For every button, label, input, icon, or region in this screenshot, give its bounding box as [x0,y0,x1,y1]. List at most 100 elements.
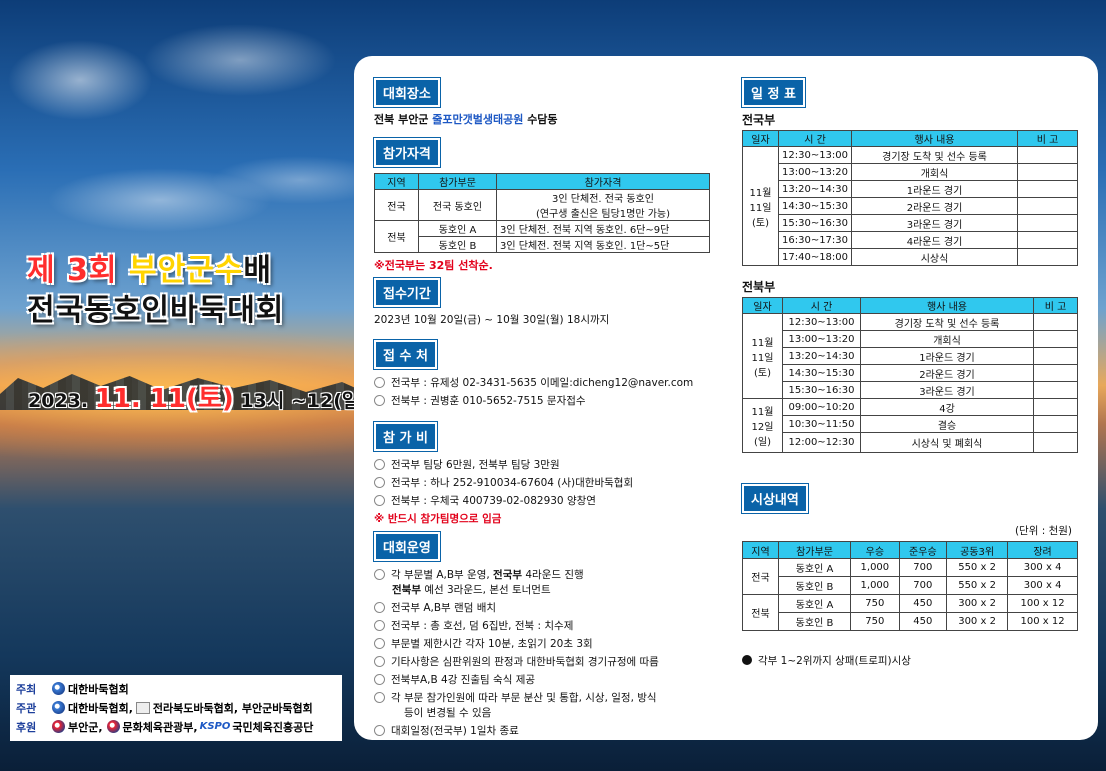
operation-line: 전국부 A,B부 랜덤 배치 [391,602,497,614]
national-schedule-title: 전국부 [742,113,776,127]
title-cup-name: 부안군수 [128,253,244,288]
date-line: 11일 [751,352,774,364]
cell: 3인 단체전. 전북 지역 동호인. 1단~5단 [496,236,710,253]
registration-header: 접수기간 [373,277,441,308]
venue-prefix: 전북 부안군 [374,113,433,126]
date-line: 11월 [749,187,772,199]
cell: 시상식 [851,248,1018,266]
col-first: 우승 [850,541,900,559]
cell [1033,347,1078,365]
circle-bullet-icon [374,638,385,649]
cell: 동호인 B [418,236,497,253]
col-qualification: 참가자격 [496,173,710,190]
support-text-3: 국민체육진흥공단 [232,720,314,734]
contact-line: 전국부 : 유제성 02-3431-5635 이메일:dicheng12@nav… [391,377,694,389]
operation-line-cont: 전북부 예선 3라운드, 본선 토너먼트 [374,582,714,597]
col-third: 공동3위 [945,541,1009,559]
registration-section: 접수기간 2023년 10월 20일(금) ~ 10월 30일(월) 18시까지 [373,277,609,327]
cell: 12:00~12:30 [782,432,861,453]
cell: 3라운드 경기 [860,381,1034,399]
list-item: 전북부A,B 4강 진출팀 숙식 제공 [374,672,714,687]
operation-line: 각 부문별 A,B부 운영, 전국부 4라운드 진행 [391,567,584,582]
list-item: 전국부 : 총 호선, 덤 6집반, 전북 : 치수제 [374,618,714,633]
operation-line: 대회일정(전국부) 1일차 종료 [391,725,519,737]
cell: 동호인 B [778,612,851,631]
provincial-logo-icon [135,701,150,714]
support-label: 후원 [16,720,37,734]
col-note: 비 고 [1033,297,1078,314]
venue-text: 전북 부안군 줄포만갯벌생태공원 수담동 [374,111,558,127]
fee-line: 전국부 팀당 6만원, 전북부 팀당 3만원 [391,459,560,471]
op-bold: 전북부 [392,584,421,596]
awards-table: 지역 참가부문 우승 준우승 공동3위 장려 전국 동호인 A 1,000 700 55… [742,541,1078,631]
col-division: 참가부문 [418,173,497,190]
cell: 동호인 A [778,594,851,613]
cell [1033,398,1078,416]
awards-note-line: 각부 1~2위까지 상패(트로피)시상 [742,653,1078,668]
venue-header: 대회장소 [373,77,441,108]
fee-list: 전국부 팀당 6만원, 전북부 팀당 3만원 전국부 : 하나 252-9100… [374,457,633,526]
contact-section: 접 수 처 전국부 : 유제성 02-3431-5635 이메일:dicheng… [373,339,693,411]
col-time: 시 간 [782,297,861,314]
list-item: 부문별 제한시간 각자 10분, 초읽기 20초 3회 [374,636,714,651]
venue-suffix: 수담동 [523,113,558,126]
cell: 300 x 4 [1007,558,1078,577]
cell: 전북 [374,220,419,253]
date-year: 2023. [28,390,95,412]
cell [1033,330,1078,348]
col-note: 비 고 [1017,130,1078,147]
col-encouragement: 장려 [1007,541,1078,559]
circle-bullet-icon [374,495,385,506]
cell: 15:30~16:30 [777,214,853,232]
title-suffix: 배 [243,253,272,288]
list-item: 전국부 : 하나 252-910034-67604 (사)대한바둑협회 [374,475,633,490]
date-line: (일) [753,437,771,448]
awards-note: 각부 1~2위까지 상패(트로피)시상 [758,655,911,667]
list-item: 기타사항은 심판위원의 판정과 대한바둑협회 경기규정에 따름 [374,654,714,669]
date-line: (토) [751,217,769,229]
operation-list: 각 부문별 A,B부 운영, 전국부 4라운드 진행 전북부 예선 3라운드, … [374,567,714,738]
cell: 750 [850,612,900,631]
schedule-section: 일 정 표 전국부 일자 시 간 행사 내용 비 고 11월 11일 (토) 12:3… [741,77,1078,453]
list-item: 각 부문 참가인원에 따라 부문 분산 및 통합, 시상, 일정, 방식 [374,690,714,705]
op-text: 예선 3라운드, 본선 토너먼트 [420,584,551,596]
cell: 13:20~14:30 [777,180,853,198]
cell [1017,180,1078,198]
fee-note: ※ 반드시 참가팀명으로 입금 [374,513,502,525]
cell: 14:30~15:30 [777,197,853,215]
awards-section: 시상내역 (단위 : 천원) 지역 참가부문 우승 준우승 공동3위 장려 전국… [741,483,1078,668]
list-item: 전국부 : 유제성 02-3431-5635 이메일:dicheng12@nav… [374,375,693,390]
operation-line: 전국부 : 총 호선, 덤 6집반, 전북 : 치수제 [391,620,574,632]
cell: 300 x 2 [945,612,1009,631]
cell: 전북 [742,594,779,631]
list-item: 각 부문별 A,B부 운영, 전국부 4라운드 진행 [374,567,714,582]
fee-line: 전국부 : 하나 252-910034-67604 (사)대한바둑협회 [391,477,634,489]
date-line: (토) [753,367,771,379]
host-label: 주최 [16,682,37,696]
cell: 13:20~14:30 [782,347,861,365]
cell: 3인 단체전. 전국 동호인 (연구생 출신은 팀당1명만 가능) [496,189,710,221]
support-text-2: 문화체육관광부, [122,720,198,734]
cell: 개회식 [851,163,1018,181]
operation-line: 기타사항은 심판위원의 판정과 대한바둑협회 경기규정에 따름 [391,656,659,668]
cell [1017,248,1078,266]
circle-bullet-icon [374,620,385,631]
col-event: 행사 내용 [860,297,1034,314]
organizer-text: 대한바둑협회, [68,701,133,715]
cell [1017,197,1078,215]
operation-line: 전북부A,B 4강 진출팀 숙식 제공 [391,674,536,686]
cell: 1,000 [850,558,900,577]
jeonbuk-schedule-table: 일자 시 간 행사 내용 비 고 11월 11일 (토) 12:30~13:00 경기장… [742,297,1078,453]
cell: 550 x 2 [945,576,1009,595]
circle-bullet-icon [374,377,385,388]
circle-bullet-icon [374,674,385,685]
cell: 전국 [374,189,419,221]
host-text: 대한바둑협회 [68,682,129,696]
list-item: 전국부 팀당 6만원, 전북부 팀당 3만원 [374,457,633,472]
cell: 전국 [742,558,779,595]
eligibility-header: 참가자격 [373,137,441,168]
qual-line: 3인 단체전. 전국 동호인 [552,194,654,205]
title-edition: 제 3회 [27,253,129,288]
operation-header: 대회운영 [373,531,441,562]
cell: 300 x 4 [1007,576,1078,595]
